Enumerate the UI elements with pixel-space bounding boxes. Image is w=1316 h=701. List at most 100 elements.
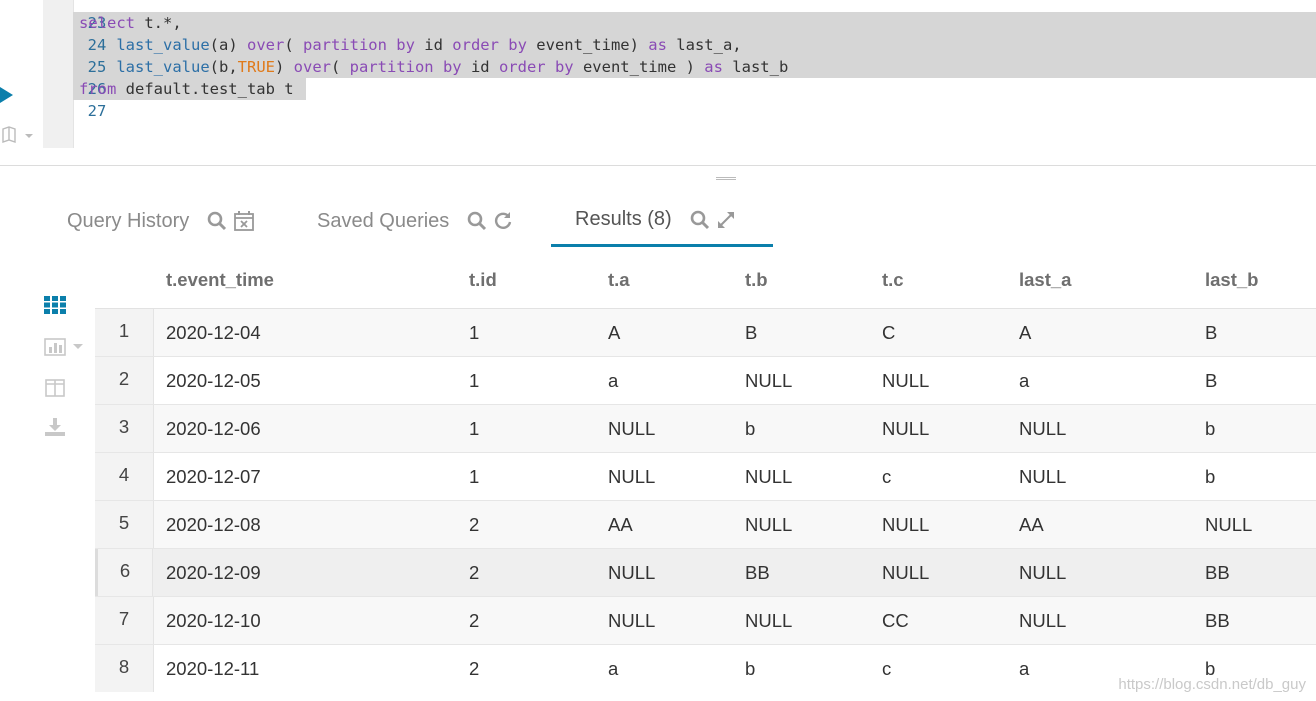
table-cell: NULL xyxy=(1019,466,1067,487)
code-text: (b, xyxy=(209,58,238,76)
table-row[interactable]: 6 2020-12-09 2 NULL BB NULL NULL BB xyxy=(95,549,1316,597)
table-cell: NULL xyxy=(745,370,793,391)
table-cell: NULL xyxy=(882,418,930,439)
code-line: 26 last_value(b,TRUE) over( partition by… xyxy=(43,56,1316,98)
table-cell: b xyxy=(745,418,756,439)
table-cell: NULL xyxy=(745,514,793,535)
watermark: https://blog.csdn.net/db_guy xyxy=(1118,676,1306,693)
code-text: id xyxy=(461,58,499,76)
columns-icon[interactable] xyxy=(44,378,66,398)
code-text: last_a, xyxy=(666,36,742,54)
code-text: (a) xyxy=(209,36,247,54)
download-icon[interactable] xyxy=(44,417,66,437)
tab-label: Saved Queries xyxy=(317,209,450,232)
table-cell: 2020-12-09 xyxy=(166,562,261,583)
keyword: over xyxy=(246,36,285,54)
table-cell: a xyxy=(608,658,619,679)
row-number: 1 xyxy=(95,309,154,356)
row-number: 2 xyxy=(95,357,154,404)
keyword: order by xyxy=(498,58,574,76)
column-header[interactable]: t.id xyxy=(469,269,497,291)
code-line: 25 last_value(a) over( partition by id o… xyxy=(43,34,1316,76)
table-cell: 2020-12-11 xyxy=(166,658,260,679)
table-cell: b xyxy=(745,658,756,679)
column-header[interactable]: t.event_time xyxy=(166,269,274,291)
table-cell: a xyxy=(1019,658,1030,679)
table-cell: A xyxy=(1019,322,1032,343)
table-cell: B xyxy=(1205,370,1218,391)
keyword: as xyxy=(648,36,667,54)
table-cell: NULL xyxy=(608,562,656,583)
table-cell: NULL xyxy=(608,610,656,631)
table-cell: NULL xyxy=(608,418,656,439)
resize-grip-icon[interactable] xyxy=(716,176,736,181)
table-cell: 2020-12-05 xyxy=(166,370,261,391)
table-cell: b xyxy=(1205,418,1216,439)
table-cell: 2 xyxy=(469,658,480,679)
table-cell: NULL xyxy=(745,466,793,487)
table-cell: a xyxy=(1019,370,1030,391)
table-row[interactable]: 2 2020-12-05 1 a NULL NULL a B xyxy=(95,357,1316,405)
code-line: 24 select t.*, xyxy=(43,12,1316,54)
grid-icon[interactable] xyxy=(44,296,66,314)
search-icon[interactable] xyxy=(690,210,710,230)
tab-query-history[interactable]: Query History xyxy=(67,195,261,247)
row-number: 6 xyxy=(95,549,153,596)
bar-chart-icon[interactable] xyxy=(44,337,86,357)
code-text: last_b xyxy=(722,58,789,76)
table-cell: NULL xyxy=(882,514,930,535)
search-icon[interactable] xyxy=(467,211,487,231)
table-row[interactable]: 4 2020-12-07 1 NULL NULL c NULL b xyxy=(95,453,1316,501)
table-cell: BB xyxy=(1205,562,1230,583)
table-cell: 2 xyxy=(469,610,480,631)
function-name: last_value xyxy=(116,58,210,76)
code-text: id xyxy=(414,36,453,54)
table-cell: C xyxy=(882,322,896,343)
code-text: ( xyxy=(284,36,303,54)
table-row[interactable]: 3 2020-12-06 1 NULL b NULL NULL b xyxy=(95,405,1316,453)
refresh-icon[interactable] xyxy=(493,211,513,231)
keyword: over xyxy=(293,58,331,76)
code-text: ) xyxy=(274,58,294,76)
column-header[interactable]: t.b xyxy=(745,269,768,291)
table-cell: 2 xyxy=(469,562,480,583)
line-number: 27 xyxy=(87,102,107,120)
calendar-icon[interactable] xyxy=(233,210,255,232)
table-cell: a xyxy=(608,370,619,391)
table-cell: 2020-12-07 xyxy=(166,466,261,487)
column-header[interactable]: t.a xyxy=(608,269,630,291)
table-cell: 1 xyxy=(469,418,480,439)
row-number: 3 xyxy=(95,405,154,452)
table-cell: 1 xyxy=(469,466,480,487)
table-cell: 1 xyxy=(469,370,480,391)
table-row[interactable]: 7 2020-12-10 2 NULL NULL CC NULL BB xyxy=(95,597,1316,645)
column-header[interactable]: t.c xyxy=(882,269,904,291)
table-cell: CC xyxy=(882,610,909,631)
search-icon[interactable] xyxy=(207,211,227,231)
results-table: t.event_time t.id t.a t.b t.c last_a las… xyxy=(95,252,1316,692)
keyword: as xyxy=(704,58,723,76)
code-line: 23 xyxy=(43,0,1316,32)
table-cell: BB xyxy=(745,562,770,583)
literal: TRUE xyxy=(237,58,275,76)
expand-icon[interactable] xyxy=(716,210,736,230)
sql-editor[interactable]: 23 24 select t.*, 25 last_value(a) over(… xyxy=(0,0,1316,180)
tab-results[interactable]: Results (8) xyxy=(551,195,773,247)
column-header[interactable]: last_b xyxy=(1205,269,1258,291)
play-icon[interactable] xyxy=(0,87,13,103)
table-cell: NULL xyxy=(745,610,793,631)
code-text: ( xyxy=(330,58,350,76)
tab-label: Query History xyxy=(67,209,190,232)
table-cell: 2020-12-08 xyxy=(166,514,261,535)
table-row[interactable]: 1 2020-12-04 1 A B C A B xyxy=(95,309,1316,357)
row-number: 5 xyxy=(95,501,154,548)
keyword: order by xyxy=(452,36,527,54)
table-cell: 2020-12-10 xyxy=(166,610,261,631)
column-header[interactable]: last_a xyxy=(1019,269,1071,291)
book-icon[interactable] xyxy=(1,126,35,144)
table-row[interactable]: 5 2020-12-08 2 AA NULL NULL AA NULL xyxy=(95,501,1316,549)
result-tabs: Query History Saved Queries Results (8) xyxy=(43,195,1316,249)
table-cell: b xyxy=(1205,466,1216,487)
table-cell: NULL xyxy=(1205,514,1253,535)
tab-saved-queries[interactable]: Saved Queries xyxy=(317,195,519,247)
